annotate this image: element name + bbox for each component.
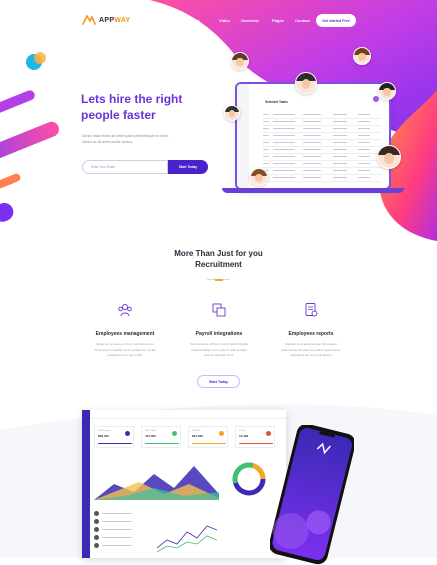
- dashboard-sidebar: [82, 410, 90, 558]
- avatar: [295, 72, 317, 94]
- nav-link-home[interactable]: Home: [160, 18, 171, 23]
- get-started-button[interactable]: Get started Free: [316, 14, 356, 27]
- feature-description: Aliquam id sit amet semper dit posuere p…: [281, 342, 341, 357]
- avatar: [353, 47, 371, 65]
- kpi-label: Visitors: [239, 430, 246, 432]
- laptop-base: [222, 188, 404, 193]
- hero-title: Lets hire the right people faster: [81, 92, 183, 122]
- feature-card: Employees reports Aliquam id sit amet se…: [270, 302, 352, 359]
- avatar: [377, 145, 401, 169]
- section-title: More Than Just for you Recruitment: [174, 249, 263, 269]
- laptop-table-row: [263, 112, 381, 119]
- kpi-label: Net Sales: [192, 430, 201, 432]
- nav-link-features[interactable]: Features: [183, 18, 200, 23]
- nav-link-contact[interactable]: Contact: [295, 18, 310, 23]
- laptop-sidebar: [237, 84, 249, 188]
- area-chart: [94, 466, 219, 500]
- employee-list: [94, 510, 149, 554]
- kpi-card: Visitors 12,482: [235, 426, 275, 448]
- kpi-progress: [145, 442, 179, 444]
- feature-title: Payroll integrations: [195, 331, 243, 337]
- deco-bar: [0, 173, 21, 194]
- laptop-add-button: [373, 96, 379, 102]
- donut-chart: [232, 462, 266, 496]
- list-item: [94, 518, 149, 525]
- payroll-icon: [212, 303, 226, 317]
- kpi-progress: [239, 442, 273, 444]
- avatar: [378, 82, 396, 100]
- nav-link-video[interactable]: Video: [219, 18, 230, 23]
- list-item: [94, 542, 149, 549]
- kpi-label: Total Earnings: [98, 430, 111, 432]
- start-today-button[interactable]: Start Today: [168, 160, 208, 174]
- email-input[interactable]: Enter Your Email: [82, 160, 168, 174]
- report-icon: [305, 303, 318, 317]
- team-icon: [118, 304, 132, 317]
- list-item: [94, 526, 149, 533]
- kpi-value: 472,590: [145, 434, 156, 438]
- phone-mockup: [270, 425, 354, 565]
- laptop-table-row: [263, 175, 381, 182]
- kpi-value: $68,453: [98, 434, 109, 438]
- laptop-table-row: [263, 147, 381, 154]
- feature-title: Employees reports: [288, 331, 334, 337]
- kpi-icon: [172, 431, 177, 436]
- feature-title: Employees management: [95, 331, 155, 337]
- kpi-progress: [98, 442, 132, 444]
- start-today-secondary-button[interactable]: Start Today: [197, 375, 240, 388]
- kpi-icon: [219, 431, 224, 436]
- avatar: [231, 52, 249, 70]
- kpi-card: Net Sales $24,536: [188, 426, 228, 448]
- kpi-card: Total Earnings $68,453: [94, 426, 134, 448]
- avatar: [224, 105, 240, 121]
- feature-card: Employees management Donec ac ex ante ex…: [84, 302, 166, 359]
- feature-description: Fernt tempus ut Proin ut ipvrf Hillis Fr…: [190, 342, 248, 357]
- deco-bar: [0, 202, 14, 222]
- brand-name: APPWAY: [99, 16, 131, 24]
- kpi-label: Total Orders: [145, 430, 156, 432]
- laptop-table-row: [263, 119, 381, 126]
- brand-logo[interactable]: APPWAY: [82, 14, 131, 26]
- section-divider-accent: [215, 278, 223, 281]
- kpi-value: 12,482: [239, 434, 249, 438]
- kpi-icon: [125, 431, 130, 436]
- laptop-table-row: [263, 126, 381, 133]
- nav-link-pages[interactable]: Pages: [272, 18, 284, 23]
- deco-circle-orange: [34, 52, 46, 64]
- dashboard-mockup: Total Earnings $68,453 Total Orders 472,590…: [82, 410, 286, 558]
- laptop-table-row: [263, 161, 381, 168]
- kpi-card: Total Orders 472,590: [141, 426, 181, 448]
- list-item: [94, 510, 149, 517]
- deco-bar: [0, 121, 59, 165]
- feature-description: Donec ac ex ante ex, Porro velit ante lo…: [94, 342, 156, 357]
- kpi-value: $24,536: [192, 434, 203, 438]
- nav-link-overview[interactable]: Overview: [241, 18, 259, 23]
- laptop-table-row: [263, 154, 381, 161]
- laptop-table-row: [263, 140, 381, 147]
- feature-card: Payroll integrations Fernt tempus ut Pro…: [178, 302, 260, 359]
- list-item: [94, 534, 149, 541]
- kpi-progress: [192, 442, 226, 444]
- dashboard-topbar: [90, 410, 286, 419]
- logo-icon: [82, 14, 96, 25]
- hero-description: Donec vitae lectus sit amet quam pellent…: [82, 134, 169, 144]
- avatar: [250, 168, 268, 186]
- laptop-table-row: [263, 133, 381, 140]
- line-chart: [157, 525, 217, 553]
- deco-bar: [0, 90, 35, 118]
- laptop-table-row: [263, 168, 381, 175]
- laptop-title: Selected Tasks: [265, 100, 288, 104]
